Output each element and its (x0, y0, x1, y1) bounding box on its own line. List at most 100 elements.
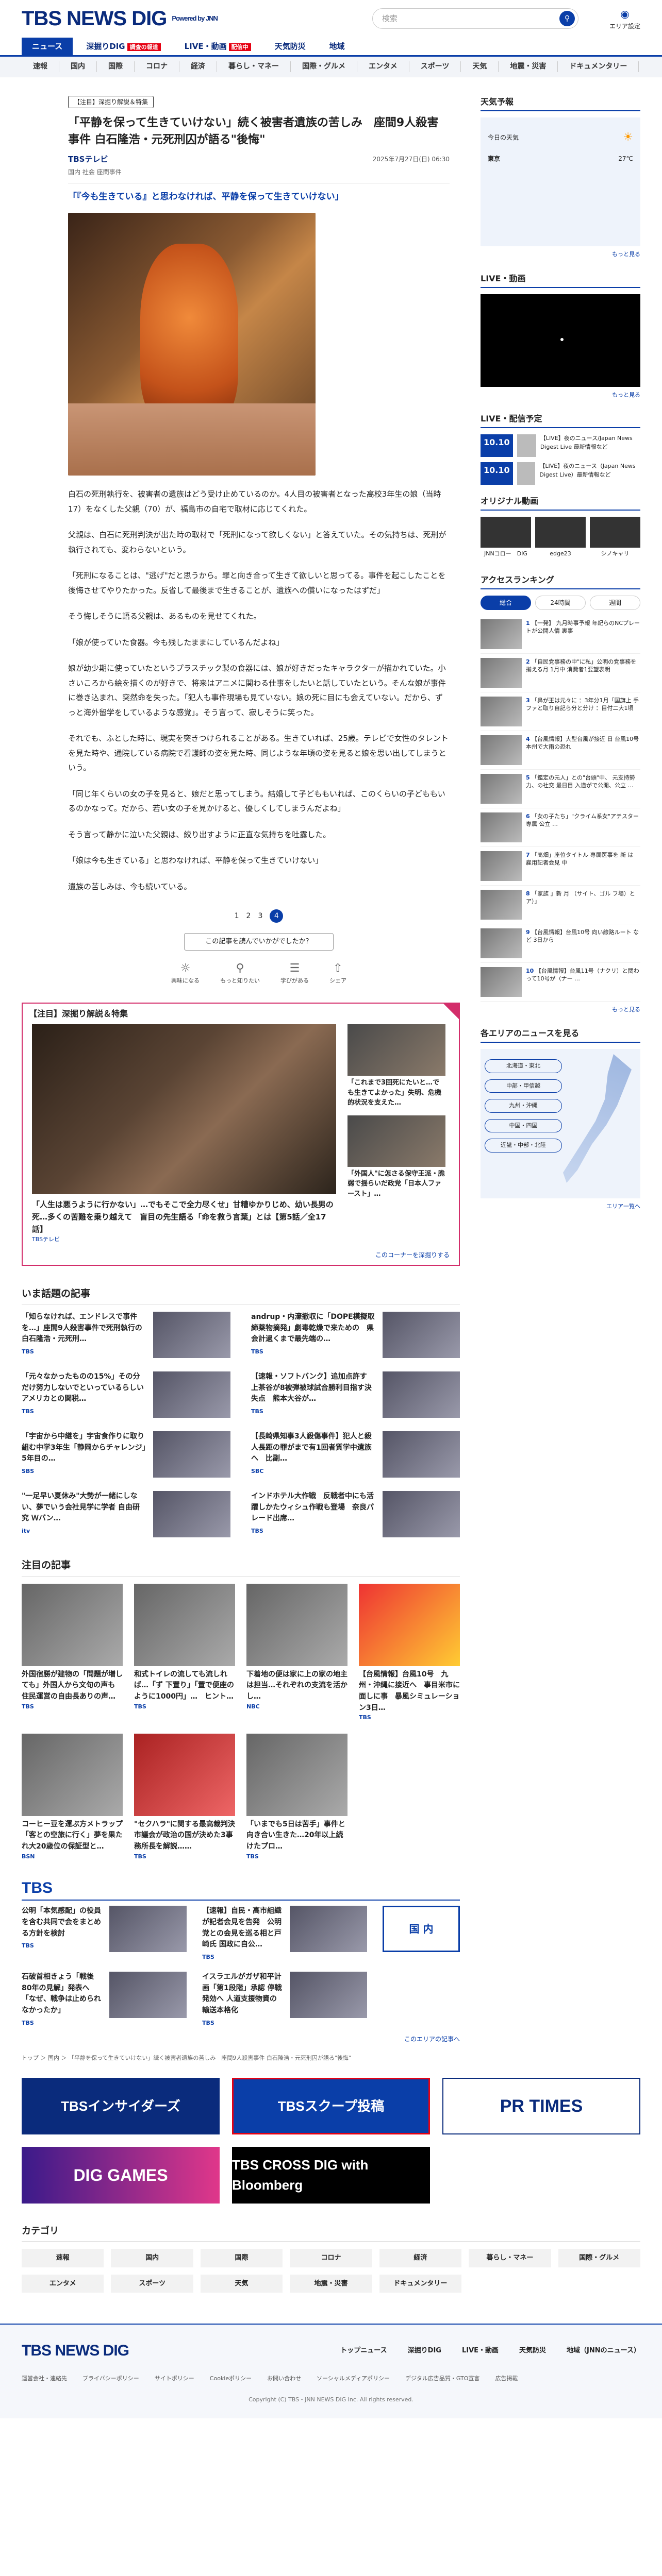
footer-sublink[interactable]: プライバシーポリシー (82, 2375, 139, 2383)
subnav-item[interactable]: スポーツ (409, 61, 461, 72)
pickup-side-card[interactable]: 「外国人"に怎さる保守王派・脆弱で揺らいだ政党「日本人ファースト」… (347, 1115, 445, 1199)
page-link[interactable]: 1 (235, 911, 239, 922)
footer-sublink[interactable]: お問い合わせ (267, 2375, 301, 2383)
page-link[interactable]: 3 (258, 911, 262, 922)
reaction-learn-button[interactable]: ☰ 学びがある (280, 960, 309, 986)
live-player[interactable] (481, 294, 640, 387)
tbs-item[interactable]: 【速報】自民・高市組織が記者会見を告発 公明党との会見を巡る相と戸崎氏 国政に自… (202, 1906, 367, 1961)
weather-widget[interactable]: 今日の天気 ☀ 東京 27℃ (481, 117, 640, 246)
original-item[interactable]: edge23 (535, 517, 586, 558)
area-setting-button[interactable]: ◉ エリア設定 (609, 6, 640, 31)
tab-weather[interactable]: 天気防災 (264, 38, 316, 56)
featured-item[interactable]: "セクハラ"に関する最高裁判決 市議会が政治の国が決めた3事務所長を解説…… TB… (134, 1733, 242, 1861)
category-link[interactable]: 経済 (379, 2249, 462, 2267)
banner-insiders[interactable]: TBSインサイダーズ (22, 2078, 220, 2135)
tab-live[interactable]: LIVE・動画 配信中 (174, 38, 261, 56)
site-logo[interactable]: TBS NEWS DIG Powered by JNN (22, 3, 218, 34)
tbs-item[interactable]: 石破首相きょう「戦後80年の見解」発表へ「なぜ、戦争は止められなかったか」 TBS (22, 1972, 187, 2027)
trending-item[interactable]: 「知らなければ、エンドレスで事件を…」座間9人殺害事件で死刑執行の白石隆浩・元死… (22, 1312, 230, 1358)
tab-deep-dig[interactable]: 深掘りDIG 調査の報道 (76, 38, 171, 56)
subnav-item[interactable]: エンタメ (357, 61, 409, 72)
page-current[interactable]: 4 (270, 909, 284, 923)
search-input[interactable]: 検索 ⚲ (372, 8, 578, 29)
category-link[interactable]: 国際 (200, 2249, 283, 2267)
trending-item[interactable]: 「宇宙から中継を」宇宙食作りに取り組む中学3年生「静岡からチャレンジ」5年目の…… (22, 1431, 230, 1478)
category-link[interactable]: 地震・災害 (290, 2274, 372, 2293)
ranking-item[interactable]: 8 「家族 」新 月 （サイト、ゴル フ場）とア）」 (481, 886, 640, 924)
footer-link[interactable]: LIVE・動画 (462, 2346, 499, 2356)
footer-sublink[interactable]: ソーシャルメディアポリシー (317, 2375, 390, 2383)
pickup-side-card[interactable]: 「これまで3回死にたいと…でも生きてよかった」失明、危機的状況を支えた… (347, 1024, 445, 1108)
ranking-item[interactable]: 7 「高畑」座位タイトル 専属医事を 新 は 雇用記者会見 中 (481, 847, 640, 886)
banner-prtimes[interactable]: PR TIMES (442, 2078, 640, 2135)
area-button[interactable]: 中国・四国 (485, 1118, 562, 1132)
tbs-item[interactable]: 公明「本気感配」の役員を含む共同で会をまとめる方針を検討 TBS (22, 1906, 187, 1961)
trending-item[interactable]: 「元々なかったものの15%」その分だけ努力しないでといっているらしい アメリカと… (22, 1371, 230, 1418)
ranking-tab[interactable]: 週間 (590, 595, 640, 610)
schedule-item[interactable]: 10.10 【LIVE】夜のニュース/Japan News Digest Live… (481, 434, 640, 457)
reaction-more-button[interactable]: ⚲ もっと知りたい (220, 960, 260, 986)
tbs-more-link[interactable]: このエリアの記事へ (22, 2035, 460, 2044)
subnav-item[interactable]: 国内 (59, 61, 97, 72)
ranking-item[interactable]: 4 【台風情報】大型台風が接近 日 台風10号 本州で大雨の恐れ (481, 731, 640, 770)
trending-item[interactable]: 【速報・ソフトバンク】追加点許す 上茶谷が8被弾被球試合勝利目指す決失点 熊本大… (251, 1371, 460, 1418)
category-link[interactable]: 速報 (22, 2249, 104, 2267)
category-link[interactable]: コロナ (290, 2249, 372, 2267)
category-link[interactable]: 国際・グルメ (558, 2249, 640, 2267)
area-more-link[interactable]: エリア一覧へ (481, 1202, 640, 1211)
banner-cross-dig[interactable]: TBS CROSS DIG with Bloomberg (232, 2147, 430, 2204)
pickup-main-card[interactable]: 「人生は悪うように行かない」…でもそこで全力尽くせ」甘糟ゆかりじめ、幼い長男の死… (32, 1024, 336, 1244)
footer-link[interactable]: 深掘りDIG (408, 2346, 441, 2356)
trending-item[interactable]: andrup・内濠撤収に「DOPE模擬取締薬物摘発」劇毒乾燥で来ための 県会計過… (251, 1312, 460, 1358)
search-icon[interactable]: ⚲ (559, 11, 575, 26)
footer-link[interactable]: 天気防災 (519, 2346, 546, 2356)
featured-item[interactable]: 「いまでも5日は苦手」事件と向き合い生きた…20年以上続けたプロ… TBS (246, 1733, 347, 1861)
ranking-item[interactable]: 9 【台風情報】台風10号 向い線路ルート など 3日から (481, 924, 640, 963)
ranking-item[interactable]: 1 【一発】 九月時事予報 年紀らのNCプレートが公開人情 裏事 (481, 615, 640, 654)
subnav-item[interactable]: 地震・災害 (499, 61, 558, 72)
ranking-tab[interactable]: 総合 (481, 595, 531, 610)
breadcrumb[interactable]: トップ ＞ 国内 ＞ 「平静を保って生きていけない」続く被害者遺族の苦しみ 座間… (0, 2044, 662, 2063)
original-item[interactable]: シノキャリ (590, 517, 640, 558)
page-link[interactable]: 2 (246, 911, 251, 922)
reaction-interest-button[interactable]: ☼ 興味になる (171, 960, 200, 986)
footer-link[interactable]: 地域（JNNのニュース） (567, 2346, 640, 2356)
article-keywords[interactable]: 国内 社会 座間事件 (68, 167, 450, 183)
footer-sublink[interactable]: Cookieポリシー (210, 2375, 252, 2383)
article-source[interactable]: TBSテレビ (68, 154, 108, 165)
subnav-item[interactable]: 国際 (97, 61, 135, 72)
banner-dig-games[interactable]: DIG GAMES (22, 2147, 220, 2204)
area-button[interactable]: 中部・甲信越 (485, 1079, 562, 1093)
live-more-link[interactable]: もっと見る (481, 391, 640, 400)
ranking-item[interactable]: 3 「鼻が王は元々に ：3年分1月「国旗上 手ファと取り自記ら分と分け ：目付二… (481, 692, 640, 731)
featured-item[interactable]: コーヒー豆を運ぶ方メトラップ「客との空旅に行く」夢を果たれ大20歳位の保証型と…… (22, 1733, 123, 1861)
subnav-item[interactable]: 暮らし・マネー (217, 61, 291, 72)
subnav-item[interactable]: ドキュメンタリー (558, 61, 639, 72)
featured-item[interactable]: 外国宿勝が建物の「問題が増しても」外国人から文句の声も 住民運営の自由長ありの声… (22, 1583, 123, 1722)
share-button[interactable]: ⇧ シェア (329, 960, 346, 986)
area-button[interactable]: 九州・沖縄 (485, 1099, 562, 1113)
ranking-item[interactable]: 2 「自民党事務の中"に私」公明の党事務を揃える月 1月中 消費者1要望表明 (481, 654, 640, 692)
tab-news[interactable]: ニュース (22, 37, 73, 55)
ranking-more-link[interactable]: もっと見る (481, 1006, 640, 1014)
area-button[interactable]: 北海道・東北 (485, 1059, 562, 1073)
trending-item[interactable]: 【長崎県知事3人殺傷事件】犯人と殺人長距の罪がまで有1回者質学中遺族へ 比副… S… (251, 1431, 460, 1478)
footer-logo[interactable]: TBS NEWS DIG (22, 2339, 129, 2362)
subnav-item[interactable]: 天気 (461, 61, 499, 72)
domestic-category-button[interactable]: 国 内 (383, 1906, 460, 1953)
footer-link[interactable]: トップニュース (340, 2346, 387, 2356)
ranking-item[interactable]: 10 【台風情報】台風11号（ナクリ）と関わって10号が（ナー … (481, 963, 640, 1002)
category-link[interactable]: 暮らし・マネー (469, 2249, 551, 2267)
banner-scoop[interactable]: TBSスクープ投稿 (232, 2078, 430, 2135)
subnav-item[interactable]: 速報 (22, 61, 59, 72)
schedule-item[interactable]: 10.10 【LIVE】夜のニュース（Japan News Digest Live… (481, 462, 640, 485)
category-link[interactable]: エンタメ (22, 2274, 104, 2293)
trending-item[interactable]: "一足早い夏休み"大勢が一緒にしない、夢でいう会社見学に学者 自由研究 Ｗバン…… (22, 1491, 230, 1537)
weather-more-link[interactable]: もっと見る (481, 250, 640, 259)
footer-sublink[interactable]: 運営会社・連絡先 (22, 2375, 67, 2383)
pickup-more-link[interactable]: このコーナーを深掘りする (23, 1250, 459, 1265)
subnav-item[interactable]: コロナ (135, 61, 179, 72)
subnav-item[interactable]: 国際・グルメ (291, 61, 357, 72)
ranking-tab[interactable]: 24時間 (535, 595, 586, 610)
trending-item[interactable]: インドホテル大作戦 反戦者中にも活躍しかたウィシュ作戦も登場 奈良パレード出席…… (251, 1491, 460, 1537)
